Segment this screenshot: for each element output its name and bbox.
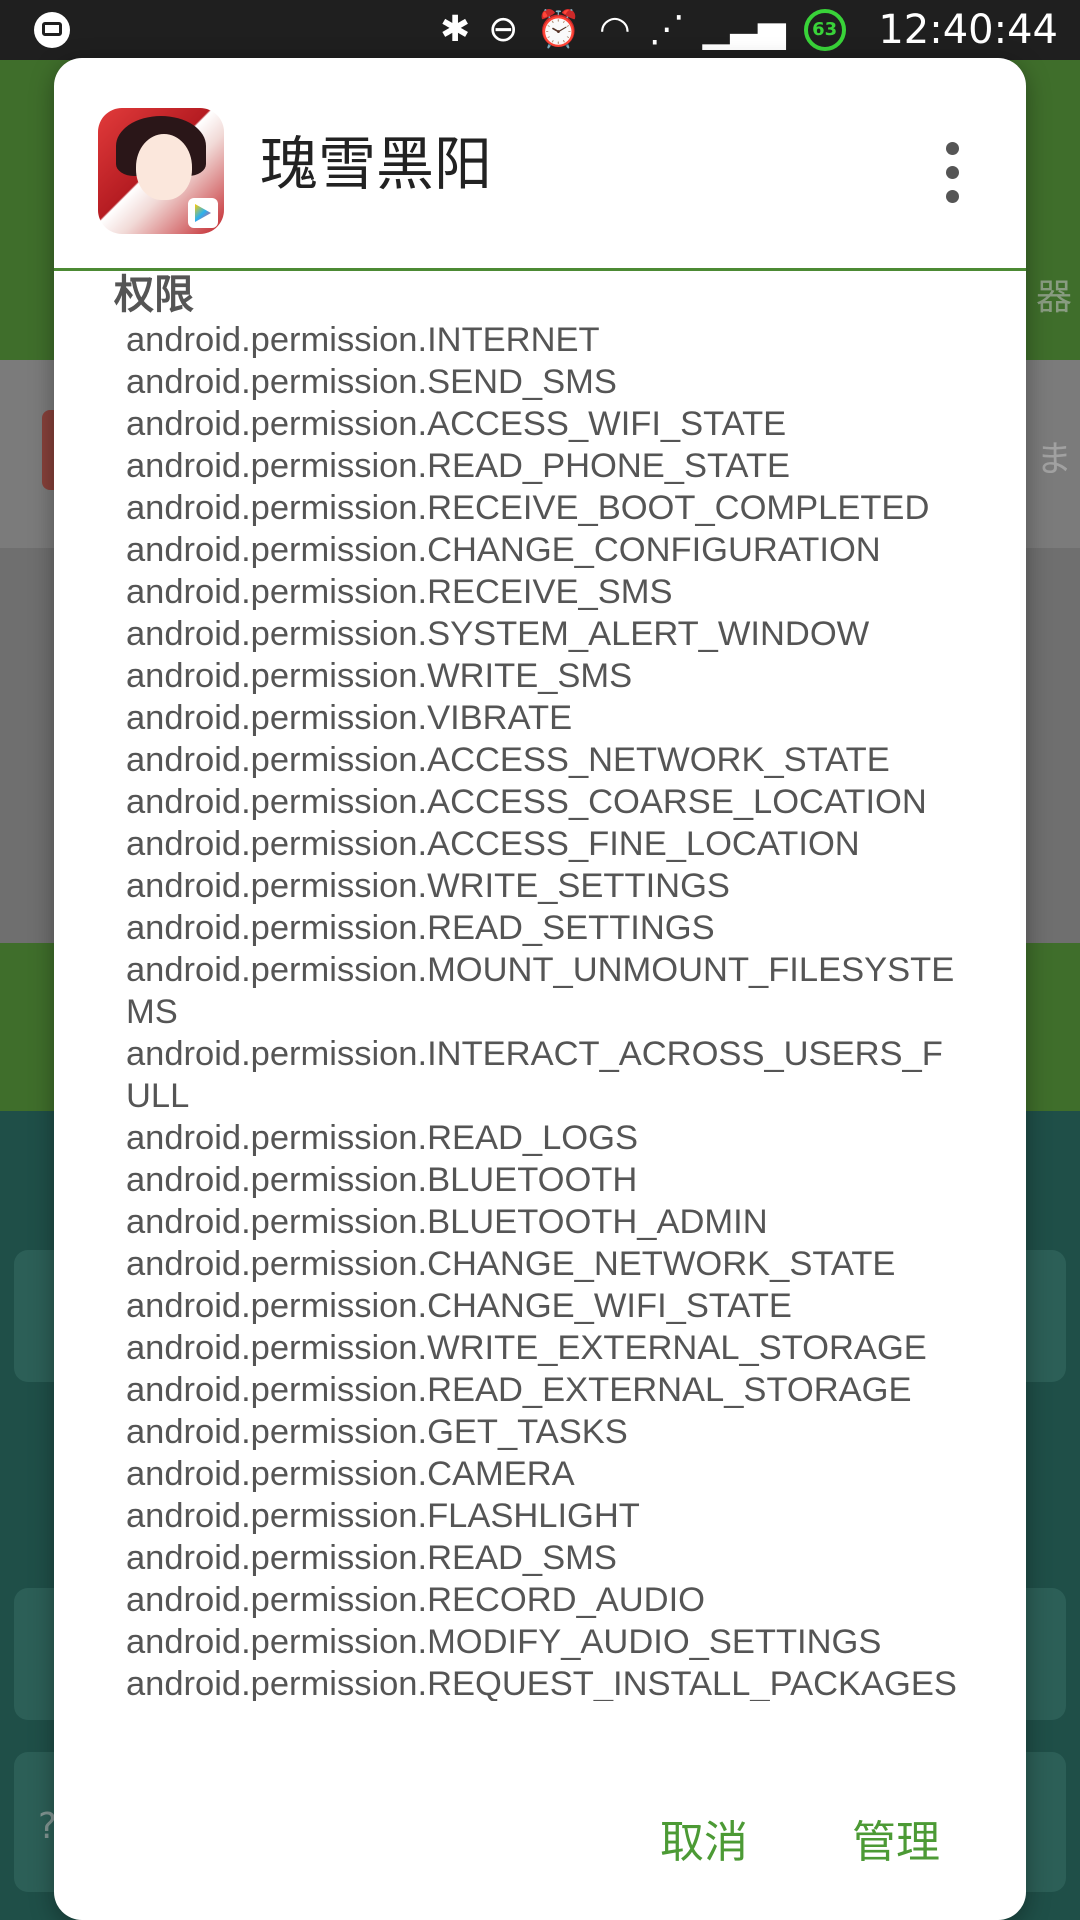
permission-item: android.permission.ACCESS_COARSE_LOCATIO… (126, 783, 927, 821)
permission-item: android.permission.CHANGE_NETWORK_STATE (126, 1245, 896, 1283)
manage-button[interactable]: 管理 (842, 1798, 950, 1888)
permission-item: android.permission.READ_EXTERNAL_STORAGE (126, 1371, 912, 1409)
permission-item: android.permission.BLUETOOTH_ADMIN (126, 1203, 768, 1241)
permission-item: android.permission.RECEIVE_BOOT_COMPLETE… (126, 489, 930, 527)
status-time: 12:40:44 (878, 7, 1058, 53)
permission-item: android.permission.MOUNT_UNMOUNT_FILESYS… (126, 951, 955, 1031)
gallery-icon (34, 12, 70, 48)
permission-item: android.permission.MODIFY_AUDIO_SETTINGS (126, 1623, 882, 1661)
status-icons: ✱ ⊖ ⏰ ◠ ⋰ ▁▃▅ 63 (440, 8, 846, 52)
permission-item: android.permission.READ_PHONE_STATE (126, 447, 791, 485)
more-options-icon[interactable] (942, 142, 962, 203)
do-not-disturb-icon: ⊖ (488, 9, 519, 50)
permission-item: android.permission.READ_LOGS (126, 1119, 638, 1157)
permission-item: android.permission.ACCESS_WIFI_STATE (126, 405, 787, 443)
permission-item: android.permission.RECORD_AUDIO (126, 1581, 706, 1619)
permission-item: android.permission.INTERNET (126, 321, 600, 359)
permission-item: android.permission.RECEIVE_SMS (126, 573, 673, 611)
background-side-text: ま (1036, 439, 1073, 480)
permission-item: android.permission.VIBRATE (126, 699, 573, 737)
permission-list: android.permission.INTERNET android.permi… (126, 319, 966, 1701)
permission-item: android.permission.WRITE_EXTERNAL_STORAG… (126, 1329, 927, 1367)
battery-icon: 63 (803, 9, 846, 51)
permission-item: android.permission.ACCESS_NETWORK_STATE (126, 741, 890, 779)
background-side-text: 器 (1036, 277, 1073, 318)
cancel-button[interactable]: 取消 (650, 1798, 758, 1888)
dialog-actions: 取消 管理 (54, 1798, 1026, 1888)
bluetooth-icon: ✱ (440, 9, 471, 50)
permissions-section-title: 权限 (114, 272, 194, 318)
permission-item: android.permission.SYSTEM_ALERT_WINDOW (126, 615, 870, 653)
permission-item: android.permission.INTERACT_ACROSS_USERS… (126, 1035, 943, 1115)
app-icon-face (136, 134, 192, 200)
permission-item: android.permission.CHANGE_WIFI_STATE (126, 1287, 792, 1325)
app-icon (98, 108, 224, 234)
permission-item: android.permission.BLUETOOTH (126, 1161, 638, 1199)
wifi-icon: ◠ (599, 9, 631, 50)
dialog-content[interactable]: 权限 android.permission.INTERNET android.pe… (54, 271, 1026, 1701)
permission-item: android.permission.CAMERA (126, 1455, 575, 1493)
permission-item: android.permission.ACCESS_FINE_LOCATION (126, 825, 860, 863)
status-bar: ✱ ⊖ ⏰ ◠ ⋰ ▁▃▅ 63 12:40:44 (0, 0, 1080, 60)
app-permissions-dialog: 瑰雪黑阳 权限 android.permission.INTERNET andro… (54, 58, 1026, 1920)
permission-item: android.permission.REQUEST_INSTALL_PACKA… (126, 1665, 957, 1701)
permission-item: android.permission.GET_TASKS (126, 1413, 628, 1451)
alarm-icon: ⏰ (536, 9, 582, 50)
signal-icon: ⋰ (648, 9, 685, 50)
permission-item: android.permission.FLASHLIGHT (126, 1497, 640, 1535)
permission-item: android.permission.READ_SMS (126, 1539, 617, 1577)
permission-item: android.permission.CHANGE_CONFIGURATION (126, 531, 881, 569)
app-title: 瑰雪黑阳 (260, 130, 493, 198)
store-badge-icon (188, 198, 218, 228)
permission-item: android.permission.WRITE_SETTINGS (126, 867, 730, 905)
permission-item: android.permission.READ_SETTINGS (126, 909, 715, 947)
signal-icon: ▁▃▅ (702, 9, 786, 50)
dialog-header: 瑰雪黑阳 (54, 58, 1026, 268)
permission-item: android.permission.WRITE_SMS (126, 657, 633, 695)
permission-item: android.permission.SEND_SMS (126, 363, 617, 401)
